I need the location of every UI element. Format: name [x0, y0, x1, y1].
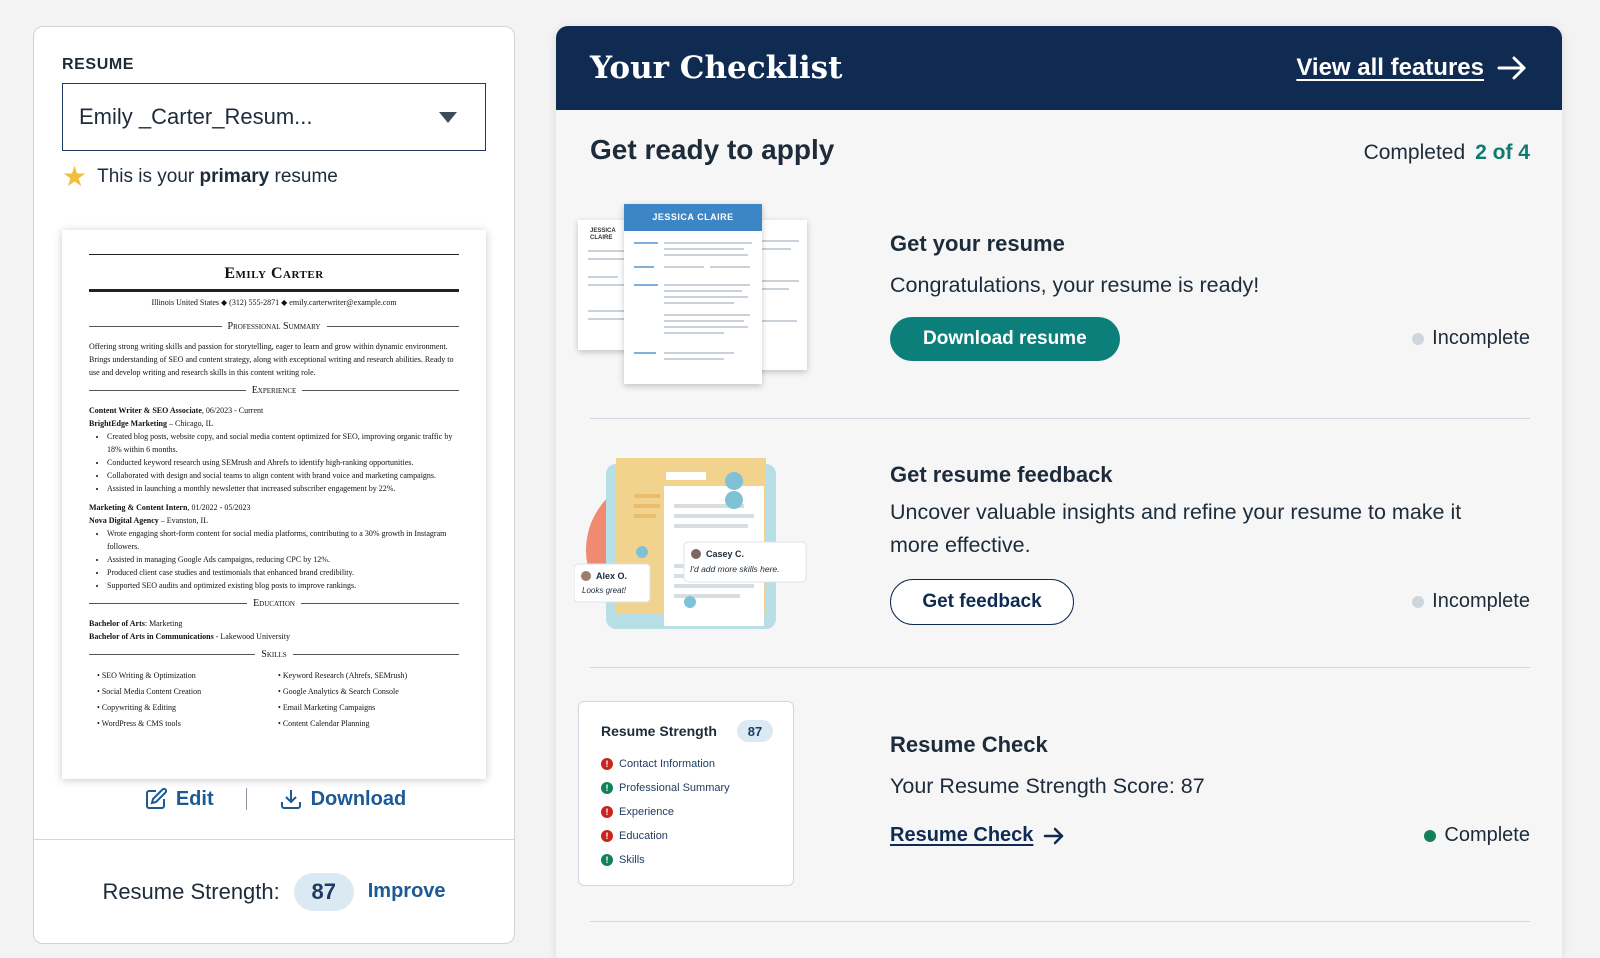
resume-check-link[interactable]: Resume Check — [890, 824, 1065, 847]
resume-skill: Social Media Content Creation — [97, 684, 278, 700]
task-title: Get resume feedback — [890, 462, 1113, 487]
resume-job-title: Content Writer & SEO Associate, 06/2023 … — [89, 406, 264, 415]
resume-skills: SEO Writing & Optimization Keyword Resea… — [89, 668, 459, 732]
resume-section-heading: Skills — [89, 649, 459, 660]
resume-bullet: Collaborated with design and social team… — [107, 469, 459, 482]
resume-strength-score: 87 — [293, 872, 354, 911]
get-feedback-button[interactable]: Get feedback — [890, 579, 1074, 625]
download-label: Download — [310, 787, 407, 810]
task-status-label: Complete — [1444, 824, 1530, 846]
edit-button[interactable]: Edit — [144, 787, 214, 811]
resume-job-title: Marketing & Content Intern, 01/2022 - 05… — [89, 503, 251, 512]
task-status-label: Incomplete — [1432, 590, 1530, 612]
task-title: Get your resume — [890, 231, 1065, 256]
resume-job-company: BrightEdge Marketing – Chicago, IL — [89, 419, 214, 428]
task-description: Your Resume Strength Score: 87 — [890, 774, 1205, 798]
resume-contact: Illinois United States ◆ (312) 555-2871 … — [151, 298, 397, 307]
chevron-down-icon — [439, 111, 457, 123]
edit-label: Edit — [175, 787, 214, 810]
task-title: Resume Check — [890, 732, 1048, 757]
resume-name: Emily Carter — [224, 265, 324, 282]
divider — [590, 921, 1530, 922]
checklist-header: Your Checklist View all features — [556, 26, 1562, 110]
completed-progress: Completed 2 of 4 — [1363, 141, 1530, 164]
star-icon: ★ — [62, 161, 88, 192]
task-description: Uncover valuable insights and refine you… — [890, 500, 1462, 557]
divider — [590, 418, 1530, 419]
divider — [89, 254, 459, 255]
resume-summary: Offering strong writing skills and passi… — [89, 342, 454, 377]
checklist-task-get-resume: Get your resume Congratulations, your re… — [590, 231, 1530, 401]
resume-bullet: Supported SEO audits and optimized exist… — [107, 579, 459, 592]
checklist-subheader: Get ready to apply Completed 2 of 4 — [590, 134, 1530, 166]
resume-job-bullets: Wrote engaging short-form content for so… — [89, 527, 459, 592]
divider — [245, 788, 247, 810]
resume-preview[interactable]: Emily Carter Illinois United States ◆ (3… — [62, 230, 486, 779]
task-status: Incomplete — [1412, 327, 1530, 350]
resume-section-heading: Experience — [89, 385, 459, 396]
resume-skill: SEO Writing & Optimization — [97, 668, 278, 684]
checklist-task-resume-check: Resume Check Your Resume Strength Score:… — [590, 732, 1530, 862]
resume-education: Bachelor of Arts: Marketing — [89, 619, 183, 628]
status-dot — [1412, 595, 1425, 608]
resume-select-value: Emily _Carter_Resum... — [79, 104, 313, 129]
primary-resume-text: This is your primary resume — [97, 166, 338, 187]
download-button[interactable]: Download — [279, 787, 407, 811]
checklist-task-get-feedback: Get resume feedback Uncover valuable ins… — [590, 462, 1530, 632]
arrow-right-icon — [1497, 56, 1526, 80]
resume-section-heading: Professional Summary — [89, 321, 459, 332]
task-status: Incomplete — [1412, 590, 1530, 613]
resume-bullet: Assisted in launching a monthly newslett… — [107, 482, 459, 495]
resume-label: RESUME — [62, 56, 135, 73]
checklist-title: Your Checklist — [590, 50, 843, 86]
download-resume-button[interactable]: Download resume — [890, 317, 1120, 361]
resume-strength-footer: Resume Strength: 87 Improve — [34, 839, 514, 943]
resume-skill: Email Marketing Campaigns — [278, 700, 459, 716]
resume-skill: Keyword Research (Ahrefs, SEMrush) — [278, 668, 459, 684]
improve-link[interactable]: Improve — [368, 880, 446, 903]
primary-resume-note: ★ This is your primary resume — [62, 163, 338, 191]
template-front-name: JESSICA CLAIRE — [624, 204, 762, 231]
divider — [590, 667, 1530, 668]
download-icon — [280, 790, 301, 809]
resume-section-heading: Education — [89, 598, 459, 609]
resume-panel: RESUME Emily _Carter_Resum... ★ This is … — [33, 26, 515, 944]
resume-skill: Google Analytics & Search Console — [278, 684, 459, 700]
resume-job-bullets: Created blog posts, website copy, and so… — [89, 430, 459, 495]
resume-check-label: Resume Check — [890, 824, 1034, 846]
view-all-features-link[interactable]: View all features — [1296, 54, 1528, 82]
resume-bullet: Conducted keyword research using SEMrush… — [107, 456, 459, 469]
checklist-subhead: Get ready to apply — [590, 134, 835, 165]
resume-skill: Content Calendar Planning — [278, 716, 459, 732]
checklist-panel: Your Checklist View all features Get rea… — [556, 26, 1562, 958]
resume-select[interactable]: Emily _Carter_Resum... — [62, 83, 486, 151]
resume-strength-label: Resume Strength: — [102, 878, 280, 904]
view-all-features-label: View all features — [1296, 54, 1484, 81]
resume-education: Bachelor of Arts in Communications - Lak… — [89, 632, 290, 641]
status-dot — [1412, 332, 1425, 345]
arrow-right-icon — [1044, 827, 1064, 844]
resume-bullet: Wrote engaging short-form content for so… — [107, 527, 459, 553]
edit-icon — [145, 787, 167, 809]
resume-bullet: Produced client case studies and testimo… — [107, 566, 459, 579]
divider — [89, 289, 459, 292]
completed-count: 2 of 4 — [1475, 141, 1530, 164]
status-dot — [1424, 829, 1437, 842]
task-description: Congratulations, your resume is ready! — [890, 273, 1260, 297]
task-status: Complete — [1424, 824, 1530, 847]
task-status-label: Incomplete — [1432, 327, 1530, 349]
resume-bullet: Created blog posts, website copy, and so… — [107, 430, 459, 456]
resume-bullet: Assisted in managing Google Ads campaign… — [107, 553, 459, 566]
resume-skill: WordPress & CMS tools — [97, 716, 278, 732]
resume-actions: Edit Download — [34, 787, 516, 811]
resume-skill: Copywriting & Editing — [97, 700, 278, 716]
resume-job-company: Nova Digital Agency – Evanston, IL — [89, 516, 209, 525]
